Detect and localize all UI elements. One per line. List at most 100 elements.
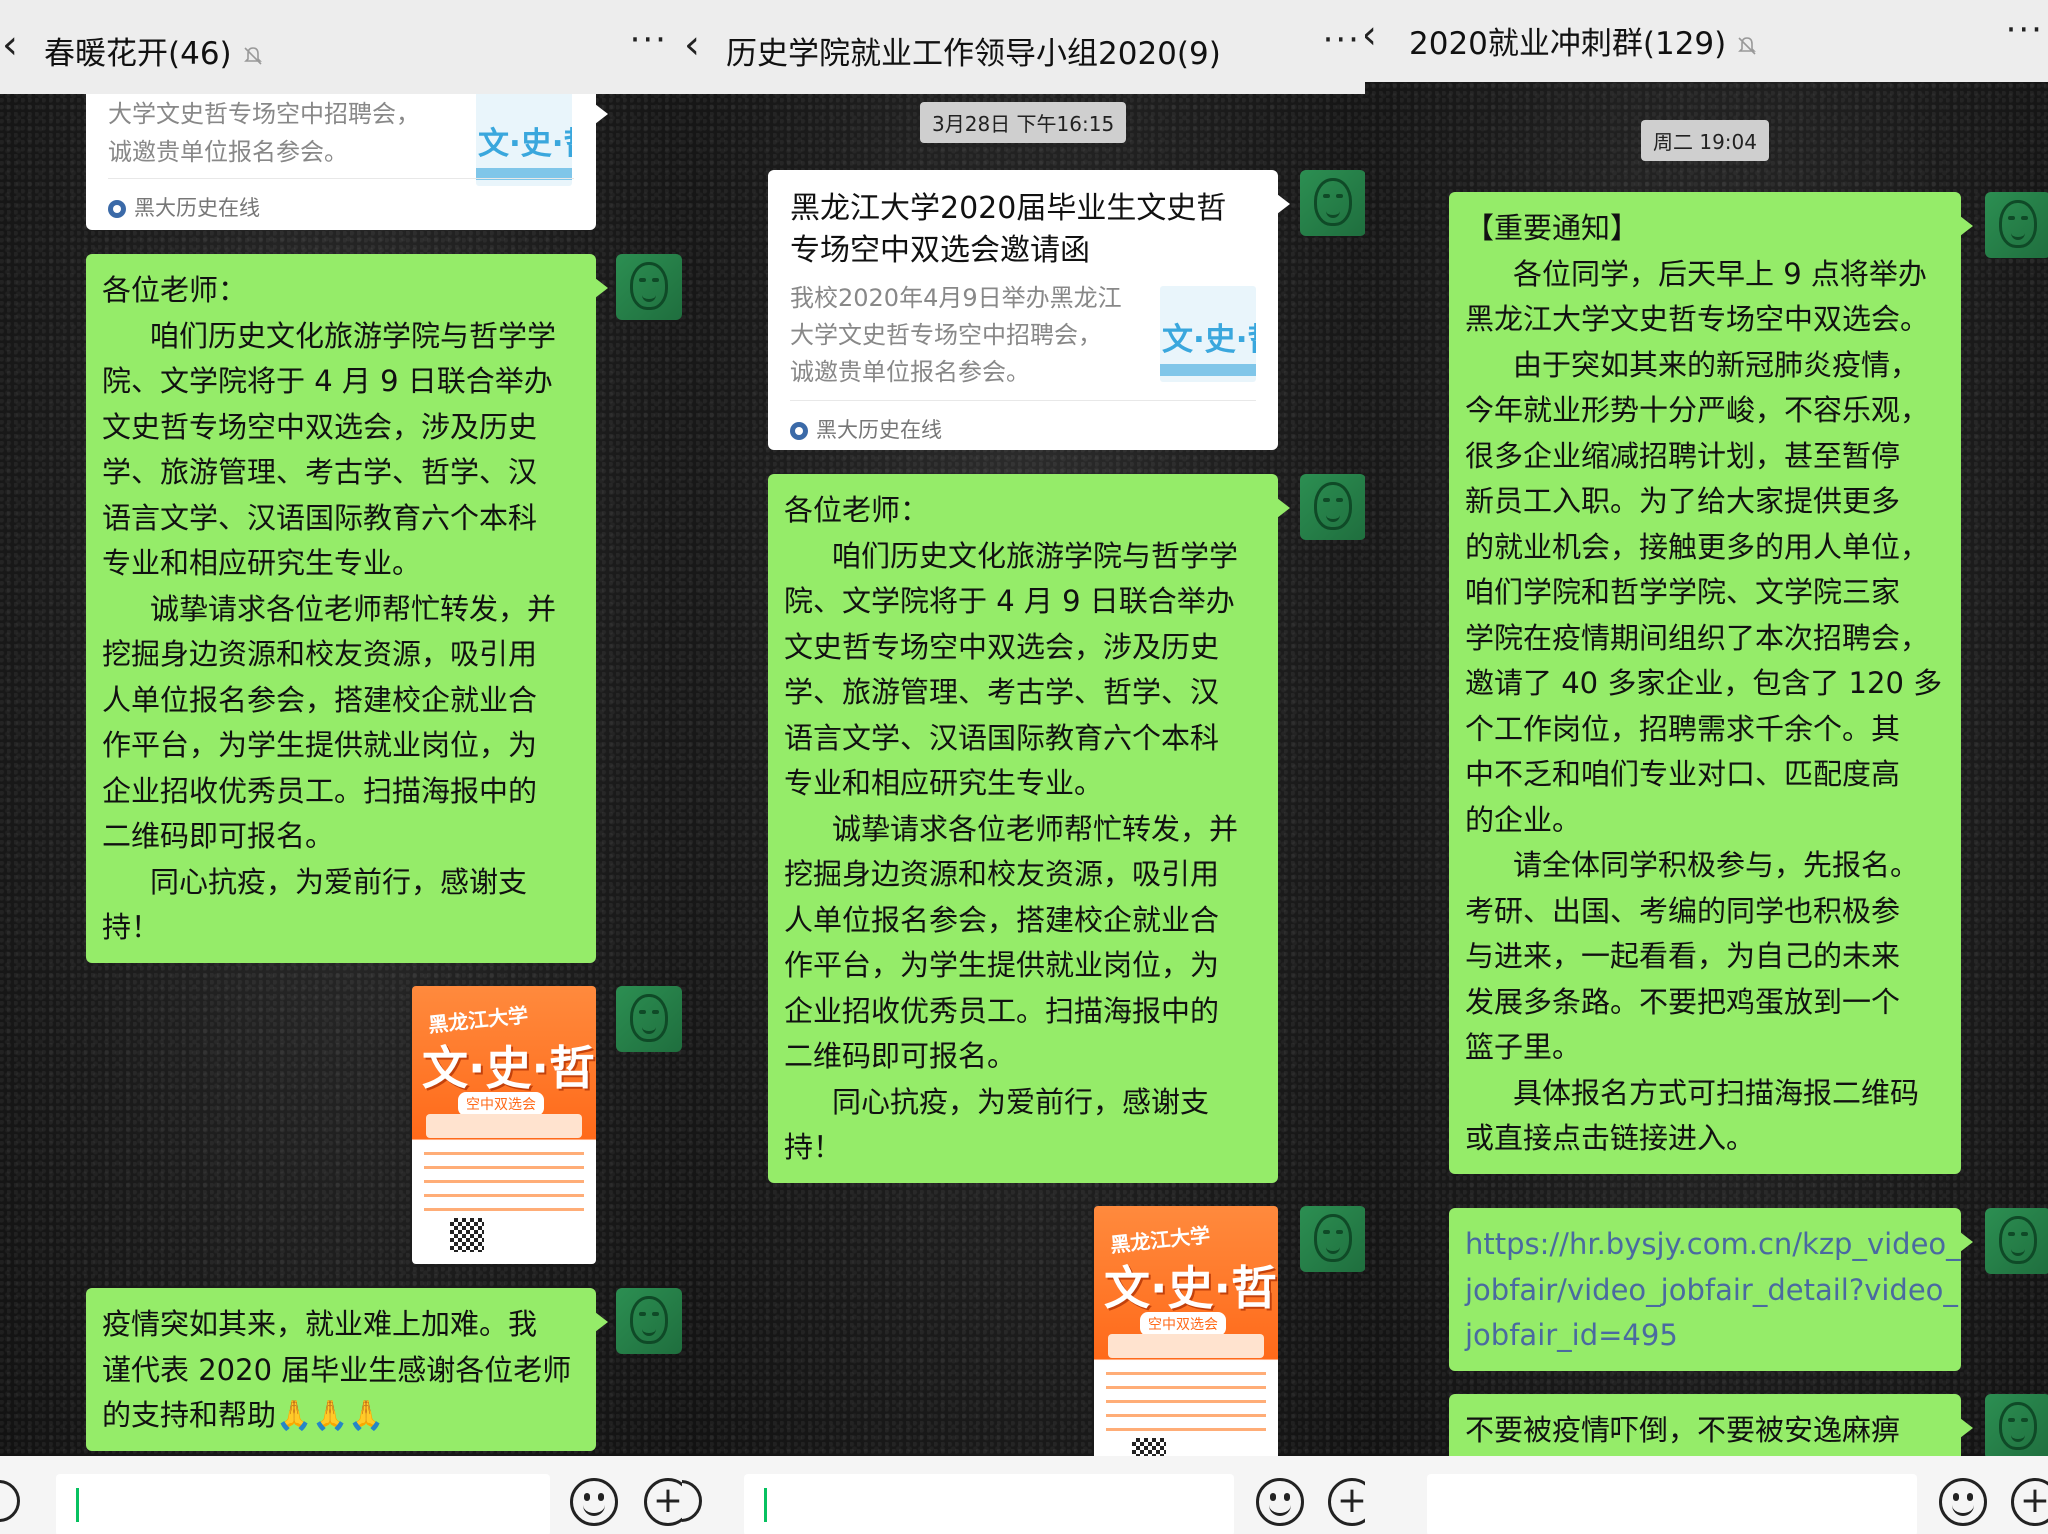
- message-line: 企业招收优秀员工。扫描海报中的: [784, 993, 1220, 1028]
- avatar-eye: [2021, 216, 2028, 220]
- mute-bell-icon: [1738, 36, 1757, 55]
- poster-title: 文·史·哲: [422, 1041, 595, 1095]
- message-line: 二维码即可报名。: [784, 1039, 1017, 1073]
- poster-image[interactable]: 黑龙江大学 文·史·哲 空中双选会: [412, 986, 596, 1264]
- sender-avatar[interactable]: [1985, 1394, 2048, 1460]
- emoji-smile: [583, 1503, 605, 1516]
- url-line[interactable]: jobfair/video_jobfair_detail?video_: [1465, 1268, 1958, 1314]
- avatar-eye: [1336, 498, 1343, 502]
- message-line: 挖掘身边资源和校友资源，吸引用: [102, 637, 538, 671]
- sender-avatar[interactable]: [1300, 474, 1365, 540]
- input-bar: +: [0, 1456, 682, 1534]
- emoji-icon[interactable]: [1256, 1478, 1304, 1526]
- sender-avatar[interactable]: [616, 1288, 682, 1354]
- back-chevron-icon[interactable]: ‹: [1365, 12, 1377, 58]
- back-chevron-icon[interactable]: ‹: [2, 22, 18, 68]
- link-card-title-line: 专场空中双选会邀请函: [790, 233, 1090, 268]
- plus-icon[interactable]: +: [2011, 1478, 2048, 1526]
- link-card-source: 黑大历史在线: [108, 192, 260, 222]
- avatar-face: [630, 994, 668, 1042]
- more-options-icon[interactable]: ···: [1323, 20, 1361, 60]
- thumbnail-text: 文·史·哲: [1162, 322, 1256, 358]
- mute-bell-icon: [243, 46, 262, 65]
- sender-avatar[interactable]: [616, 986, 682, 1052]
- message-line: 黑龙江大学文史哲专场空中双选会。: [1465, 302, 1930, 336]
- avatar-eye: [1336, 1230, 1343, 1234]
- avatar-face: [630, 262, 668, 310]
- message-line: 咱们学院和哲学学院、文学院三家: [1465, 575, 1901, 609]
- avatar-eye: [652, 1312, 659, 1316]
- message-bubble[interactable]: 【重要通知】 各位同学，后天早上 9 点将举办 黑龙江大学文史哲专场空中双选会。…: [1449, 192, 1973, 1174]
- message-line: 作平台，为学生提供就业岗位，为: [102, 728, 538, 762]
- link-card-source-label: 黑大历史在线: [134, 196, 260, 220]
- plus-icon[interactable]: +: [644, 1478, 682, 1526]
- chat-title: 2020就业冲刺群(129): [1409, 18, 1758, 63]
- avatar-eye: [2021, 1232, 2028, 1236]
- pray-emoji-icon: 🙏🙏🙏: [276, 1398, 385, 1432]
- sender-avatar[interactable]: [1985, 1208, 2048, 1274]
- emoji-smile: [1952, 1503, 1974, 1516]
- chat-title-text: 春暖花开(46): [44, 36, 232, 72]
- avatar-eye: [2008, 216, 2015, 220]
- avatar-eye: [1323, 1230, 1330, 1234]
- chat-title: 春暖花开(46): [44, 28, 264, 73]
- more-options-icon[interactable]: ···: [630, 20, 668, 60]
- message-bubble[interactable]: 疫情突如其来，就业难上加难。我 谨代表 2020 届毕业生感谢各位老师 的支持和…: [86, 1288, 608, 1451]
- chat-title-text: 2020就业冲刺群(129): [1409, 26, 1727, 62]
- message-input[interactable]: [744, 1474, 1234, 1534]
- link-card-desc-line: 我校2020年4月9日举办黑龙江: [790, 284, 1122, 312]
- message-line: 学、旅游管理、考古学、哲学、汉: [102, 455, 538, 489]
- more-options-icon[interactable]: ···: [2006, 10, 2044, 50]
- voice-icon[interactable]: [0, 1480, 20, 1522]
- message-line: 语言文学、汉语国际教育六个本科: [102, 500, 538, 535]
- message-line: 个工作岗位，招聘需求千余个。其: [1465, 711, 1901, 746]
- message-bubble[interactable]: 各位老师： 咱们历史文化旅游学院与哲学学 院、文学院将于 4 月 9 日联合举办…: [86, 254, 608, 963]
- poster-image[interactable]: 黑龙江大学 文·史·哲 空中双选会: [1094, 1206, 1278, 1484]
- avatar-eye: [2008, 1232, 2015, 1236]
- message-input[interactable]: [1427, 1474, 1917, 1534]
- url-line[interactable]: jobfair_id=495: [1465, 1313, 1945, 1359]
- poster-info-rows: [1106, 1372, 1266, 1432]
- link-card-thumbnail: 文·史·哲: [476, 90, 572, 186]
- emoji-icon[interactable]: [570, 1478, 618, 1526]
- poster-subtitle: 空中双选会: [1140, 1312, 1226, 1336]
- avatar-eye: [652, 278, 659, 282]
- chat-header: ‹ 历史学院就业工作领导小组2020(9) ···: [682, 0, 1365, 94]
- sender-avatar[interactable]: [1985, 192, 2048, 258]
- message-line: 持！: [102, 910, 161, 944]
- url-line[interactable]: https://hr.bysjy.com.cn/kzp_video_: [1465, 1222, 1961, 1268]
- source-logo-icon: [108, 200, 126, 218]
- sender-avatar[interactable]: [1300, 1206, 1365, 1272]
- avatar-face: [630, 1296, 668, 1344]
- message-line: 不要被疫情吓倒，不要被安逸麻痹: [1465, 1413, 1901, 1447]
- sender-avatar[interactable]: [1300, 170, 1365, 236]
- chat-panel-2: 3月28日 下午16:15 黑龙江大学2020届毕业生文史哲 专场空中双选会邀请…: [682, 0, 1365, 1534]
- sender-avatar[interactable]: [616, 254, 682, 320]
- link-card-thumbnail: 文·史·哲: [1160, 286, 1256, 382]
- message-bubble[interactable]: 不要被疫情吓倒，不要被安逸麻痹: [1449, 1394, 1973, 1466]
- plus-icon[interactable]: +: [1328, 1478, 1365, 1526]
- avatar-face: [1314, 178, 1352, 226]
- message-line: 学院在疫情期间组织了本次招聘会，: [1465, 620, 1930, 655]
- voice-icon[interactable]: [682, 1480, 702, 1522]
- link-card-desc-line: 大学文史哲专场空中招聘会，: [790, 321, 1102, 349]
- poster-info-rows: [424, 1152, 584, 1212]
- timestamp: 3月28日 下午16:15: [920, 102, 1127, 143]
- link-card[interactable]: 黑龙江大学2020届毕业生文史哲 专场空中双选会邀请函 我校2020年4月9日举…: [768, 170, 1290, 450]
- message-line: 持！: [784, 1130, 843, 1164]
- message-line: 今年就业形势十分严峻，不容乐观，: [1465, 393, 1930, 427]
- poster-title: 文·史·哲: [1104, 1261, 1277, 1315]
- message-bubble[interactable]: 各位老师： 咱们历史文化旅游学院与哲学学 院、文学院将于 4 月 9 日联合举办…: [768, 474, 1290, 1183]
- message-line: 篮子里。: [1465, 1030, 1582, 1064]
- emoji-icon[interactable]: [1939, 1478, 1987, 1526]
- back-chevron-icon[interactable]: ‹: [684, 22, 700, 68]
- link-message-bubble[interactable]: https://hr.bysjy.com.cn/kzp_video_ jobfa…: [1449, 1208, 1973, 1371]
- link-card[interactable]: 大学文史哲专场空中招聘会， 诚邀贵单位报名参会。 文·史·哲 黑大历史在线: [86, 80, 608, 230]
- message-line: 或直接点击链接进入。: [1465, 1121, 1756, 1155]
- message-line: 邀请了 40 多家企业，包含了 120 多: [1465, 666, 1943, 700]
- message-line: 院、文学院将于 4 月 9 日联合举办: [102, 364, 553, 398]
- message-input[interactable]: [56, 1474, 550, 1534]
- text-cursor: [764, 1488, 767, 1522]
- chat-panel-1: 大学文史哲专场空中招聘会， 诚邀贵单位报名参会。 文·史·哲 黑大历史在线 各位…: [0, 0, 682, 1534]
- avatar-face: [1314, 1214, 1352, 1262]
